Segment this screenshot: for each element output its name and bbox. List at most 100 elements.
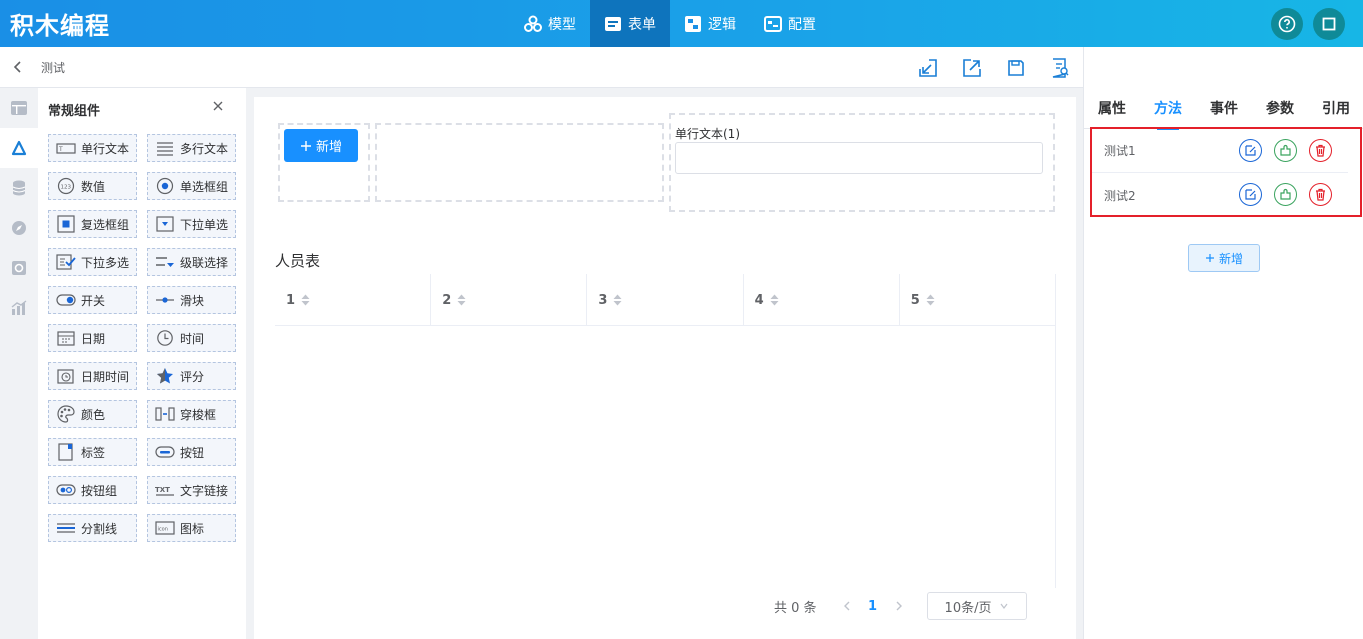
component-number[interactable]: 123 数值	[48, 172, 137, 200]
method-row[interactable]: 测试2	[1092, 173, 1348, 217]
column-header[interactable]: 5	[900, 274, 1056, 326]
add-method-button[interactable]: 新增	[1188, 244, 1260, 272]
table-header: 1 2 3 4 5	[275, 274, 1056, 326]
sort-icon[interactable]	[457, 294, 466, 306]
component-switch[interactable]: 开关	[48, 286, 137, 314]
rail-data[interactable]	[0, 168, 38, 208]
panel-title: 常规组件	[48, 104, 101, 119]
sort-icon[interactable]	[301, 294, 310, 306]
tab-methods[interactable]: 方法	[1140, 87, 1196, 130]
next-page-icon[interactable]	[893, 600, 905, 612]
save-button[interactable]	[1005, 57, 1027, 79]
model-icon	[524, 15, 542, 32]
pagination: 共 0 条 1 10条/页	[774, 592, 1027, 620]
close-icon[interactable]	[211, 99, 225, 113]
chevron-down-icon	[1001, 603, 1008, 609]
component-color[interactable]: 颜色	[48, 400, 137, 428]
drop-zone[interactable]	[375, 123, 664, 202]
component-date[interactable]: 日期	[48, 324, 137, 352]
logic-icon	[685, 15, 701, 32]
icon-icon: icon	[155, 519, 175, 537]
component-icon[interactable]: icon 图标	[147, 514, 236, 542]
edit-method-button[interactable]	[1239, 139, 1262, 162]
component-time[interactable]: 时间	[147, 324, 236, 352]
page-size-select[interactable]: 10条/页	[926, 592, 1027, 620]
component-datetime[interactable]: 日期时间	[48, 362, 137, 390]
radio-group-icon	[155, 177, 175, 195]
run-method-button[interactable]	[1274, 139, 1297, 162]
edit-icon	[1245, 189, 1256, 200]
component-label: 单选框组	[180, 179, 229, 194]
sort-icon[interactable]	[926, 294, 935, 306]
column-header[interactable]: 1	[275, 274, 432, 326]
column-header[interactable]: 2	[431, 274, 588, 326]
component-label: 按钮	[180, 445, 205, 460]
column-header[interactable]: 4	[744, 274, 900, 326]
fullscreen-button[interactable]	[1313, 8, 1345, 40]
method-name: 测试2	[1104, 188, 1136, 203]
add-method-label: 新增	[1218, 251, 1243, 266]
import-icon	[919, 59, 937, 77]
rail-components[interactable]	[0, 128, 38, 168]
component-tag[interactable]: 标签	[48, 438, 137, 466]
canvas-add-label: 新增	[315, 140, 342, 155]
nav-config-label: 配置	[788, 16, 816, 33]
nav-config[interactable]: 配置	[750, 0, 830, 47]
nav-logic[interactable]: 逻辑	[670, 0, 750, 47]
help-button[interactable]	[1271, 8, 1303, 40]
column-header[interactable]: 3	[587, 274, 744, 326]
select-icon	[155, 215, 175, 233]
tab-params[interactable]: 参数	[1252, 87, 1308, 129]
component-button-group[interactable]: 按钮组	[48, 476, 137, 504]
column-label: 1	[286, 292, 296, 308]
button-group-icon	[56, 481, 76, 499]
component-rate[interactable]: 评分	[147, 362, 236, 390]
canvas-add-button[interactable]: 新增	[284, 129, 358, 162]
component-label: 文字链接	[180, 483, 229, 498]
delete-method-button[interactable]	[1309, 139, 1332, 162]
component-slider[interactable]: 滑块	[147, 286, 236, 314]
prev-page-icon[interactable]	[841, 600, 853, 612]
sort-icon[interactable]	[770, 294, 779, 306]
page-size-value: 10条/页	[944, 600, 992, 616]
trash-icon	[1316, 188, 1325, 201]
method-row[interactable]: 测试1	[1092, 129, 1348, 173]
nav-form[interactable]: 表单	[590, 0, 670, 47]
rail-navigate[interactable]	[0, 208, 38, 248]
table-title: 人员表	[275, 252, 321, 270]
tab-refs[interactable]: 引用	[1308, 87, 1363, 129]
date-icon	[56, 329, 76, 347]
rail-settings[interactable]	[0, 248, 38, 288]
component-label: 穿梭框	[180, 407, 217, 422]
component-checkbox-group[interactable]: 复选框组	[48, 210, 137, 238]
delete-method-button[interactable]	[1309, 183, 1332, 206]
settings-icon	[12, 261, 26, 275]
component-radio-group[interactable]: 单选框组	[147, 172, 236, 200]
rail-charts[interactable]	[0, 288, 38, 328]
nav-model[interactable]: 模型	[510, 0, 590, 47]
tab-events[interactable]: 事件	[1196, 87, 1252, 129]
divider-icon	[56, 519, 76, 537]
component-multi-line-text[interactable]: 多行文本	[147, 134, 236, 162]
component-multi-select[interactable]: 下拉多选	[48, 248, 137, 276]
tab-props[interactable]: 属性	[1084, 87, 1140, 129]
component-button[interactable]: 按钮	[147, 438, 236, 466]
preview-button[interactable]	[1049, 57, 1071, 79]
sort-icon[interactable]	[613, 294, 622, 306]
component-divider[interactable]: 分割线	[48, 514, 137, 542]
rail-layout[interactable]	[0, 88, 38, 128]
edit-method-button[interactable]	[1239, 183, 1262, 206]
import-button[interactable]	[917, 57, 939, 79]
column-label: 2	[442, 292, 452, 308]
back-arrow-icon[interactable]	[10, 59, 26, 75]
run-method-button[interactable]	[1274, 183, 1297, 206]
component-cascader[interactable]: 级联选择	[147, 248, 236, 276]
component-label: 日期	[81, 331, 106, 346]
page-number[interactable]: 1	[853, 599, 893, 614]
export-button[interactable]	[961, 57, 983, 79]
component-select[interactable]: 下拉单选	[147, 210, 236, 238]
component-transfer[interactable]: 穿梭框	[147, 400, 236, 428]
component-text-link[interactable]: TXT 文字链接	[147, 476, 236, 504]
component-single-line-text[interactable]: T 单行文本	[48, 134, 137, 162]
single-line-text-input[interactable]	[675, 142, 1043, 174]
